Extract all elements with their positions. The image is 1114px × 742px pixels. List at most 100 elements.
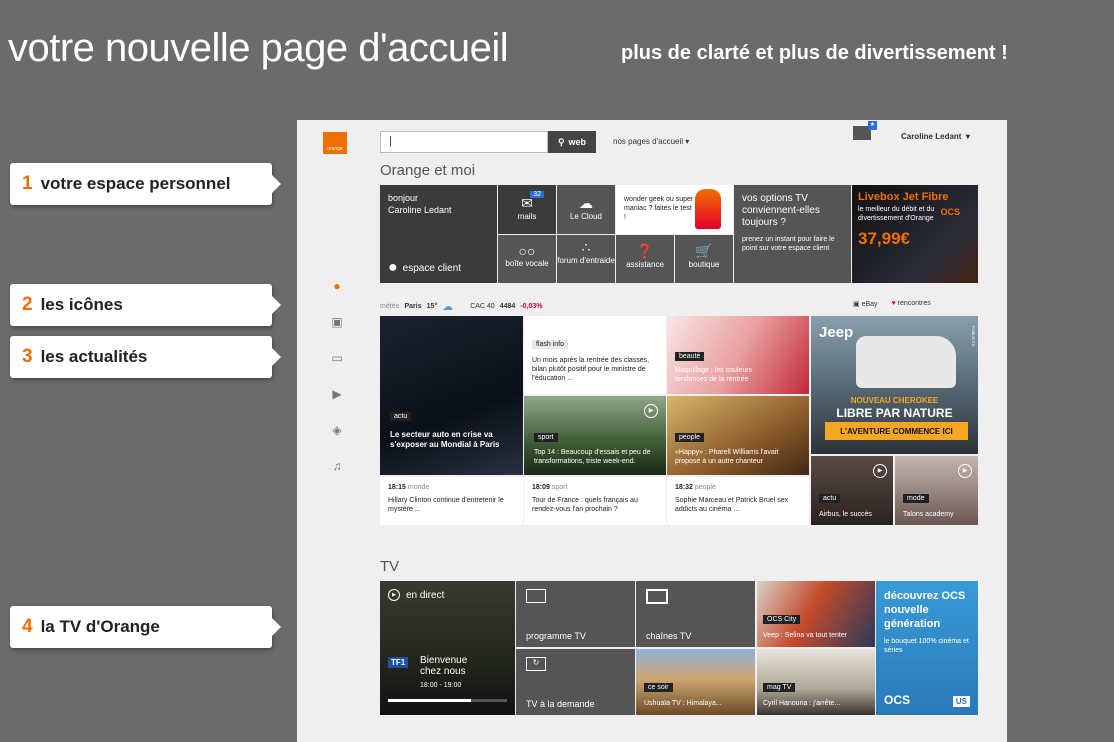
flash-news-tile[interactable]: flash info Un mois après la rentrée des … [524,316,666,394]
forum-tile[interactable]: ∴ forum d'entraide [557,235,615,283]
news-icon[interactable]: ▣ [329,304,345,340]
tv-icon[interactable]: ▭ [329,340,345,376]
jeep-ad-tile[interactable]: Jeep PUBLICITÉ NOUVEAU CHEROKEE LIBRE PA… [811,316,978,454]
person-icon[interactable]: ● [329,268,345,304]
jeep-cta: L'AVENTURE COMMENCE ICI [825,422,968,440]
news-item[interactable]: 18:09 sport Tour de France : quels franç… [524,477,666,525]
cloud-tile[interactable]: ☁ Le Cloud [557,185,615,234]
live-progress-fill [388,699,472,702]
envelope-icon: ✉ [521,195,533,211]
news-item[interactable]: 18:32 people Sophie Marceau et Patrick B… [667,477,809,525]
index-change: -0,03% [520,303,543,310]
ebay-link[interactable]: ▣ eBay [853,300,878,308]
mails-count-badge: 32 [530,191,544,198]
airbus-news-tile[interactable]: ▶ actu Airbus, le succès [811,456,893,525]
airbus-news-text: Airbus, le succès [819,511,872,518]
beauty-news-text: Maquillage : les couleurs tendances de l… [675,367,753,383]
search-button-label: web [568,137,587,147]
beauty-news-tile[interactable]: beauté Maquillage : les couleurs tendanc… [667,316,809,394]
gamepad-icon[interactable]: ◈ [329,412,345,448]
mode-news-tile[interactable]: ▶ mode Talons academy [895,456,978,525]
callout-label: les icônes [40,295,123,314]
forum-icon: ∴ [581,239,591,255]
mag-tv-text: Cyril Hanouna : j'arrête... [763,700,841,707]
index-label[interactable]: CAC 40 [470,303,495,310]
us-logo: US [952,696,970,707]
callout-label: les actualités [40,347,148,366]
notification-star-icon: ★ [868,121,877,130]
show-title: Bienvenue chez nous [420,655,468,677]
ocs-promo-text: le bouquet 100% cinéma et séries [884,638,969,654]
mails-label: mails [517,212,537,221]
sport-news-text: Top 14 : Beaucoup d'essais et peu de tra… [534,449,651,465]
news-time: 18:15 [388,484,406,491]
weather-city[interactable]: Paris [404,303,421,310]
ocs-city-tile[interactable]: OCS City Veep : Selina va tout tenter [757,581,875,647]
news-item[interactable]: 18:15 monde Hillary Clinton continue d'e… [380,477,523,525]
mail-icon[interactable]: ★ [853,121,877,140]
car-image [856,336,956,388]
news-tag: mode [903,494,929,503]
assistance-tile[interactable]: ❓ assistance [616,235,674,283]
vod-tile[interactable]: ↻ TV à la demande [516,649,635,715]
livebox-price: 37,99€ [858,229,910,248]
news-time: 18:32 [675,484,693,491]
search-button[interactable]: ⚲ web [548,131,596,153]
jeep-line-1: NOUVEAU CHEROKEE [850,396,939,405]
promo-subtitle: plus de clarté et plus de divertissement… [621,42,1008,64]
jeep-line-2: LIBRE PAR NATURE [836,406,953,420]
tv-screen-icon [646,589,668,604]
client-icon: ● [388,259,398,276]
news-tag: actu [390,412,412,421]
help-icon: ❓ [636,243,654,259]
music-icon[interactable]: ♫ [329,448,345,484]
live-progress-track [388,699,507,702]
geek-character-icon [695,189,721,229]
play-icon: ▶ [644,404,658,418]
tv-tag: ce soir [644,683,673,692]
weather-temp: 15° [426,303,438,310]
shop-tile[interactable]: 🛒 boutique [675,235,733,283]
livebox-title: Livebox Jet Fibre [858,191,949,203]
user-name: Caroline Ledant [901,132,962,141]
main-news-tile[interactable]: actu Le secteur auto en crise va s'expos… [380,316,523,475]
ebay-icon: ▣ [853,301,860,308]
ocs-promo-logo: OCS [884,693,911,707]
mag-tv-tile[interactable]: mag TV Cyril Hanouna : j'arrête... [757,649,875,715]
sport-news-tile[interactable]: ▶ sport Top 14 : Beaucoup d'essais et pe… [524,396,666,475]
callout-number: 3 [22,346,33,367]
callout-number: 1 [22,173,33,194]
tv-options-tile[interactable]: vos options TV conviennent-elles toujour… [734,185,851,283]
welcome-tile[interactable]: bonjour Caroline Ledant ● espace client [380,185,497,283]
tv-options-text: prenez un instant pour faire le point su… [742,236,835,252]
callout-3: 3 les actualités [10,336,281,378]
voicemail-tile[interactable]: ○○ boîte vocale [498,235,556,283]
ocs-promo-tile[interactable]: découvrez OCS nouvelle génération le bou… [876,581,978,715]
geek-tile[interactable]: wonder geek ou super maniac ? faites le … [616,185,733,234]
play-icon: ▶ [388,589,400,601]
video-icon[interactable]: ▶ [329,376,345,412]
main-news-text: Le secteur auto en crise va s'exposer au… [390,430,500,449]
voicemail-label: boîte vocale [505,259,549,268]
ce-soir-tile[interactable]: ce soir Ushuaïa TV : Himalaya... [636,649,755,715]
my-pages-label: nos pages d'accueil [613,137,684,146]
programme-tv-tile[interactable]: programme TV [516,581,635,647]
people-news-tile[interactable]: people «Happy» : Pharell Williams l'avai… [667,396,809,475]
search-input[interactable]: | [380,131,548,153]
show-time: 18:00 - 19:00 [420,682,462,689]
livebox-ad-tile[interactable]: Livebox Jet Fibre le meilleur du débit e… [852,185,978,283]
my-pages-dropdown[interactable]: nos pages d'accueil ▾ [613,137,689,146]
orange-logo[interactable]: orange [323,132,347,154]
rencontres-link[interactable]: ♥ rencontres [892,300,931,308]
assistance-label: assistance [626,260,664,269]
livebox-text: le meilleur du débit et du divertissemen… [858,206,935,222]
user-menu[interactable]: Caroline Ledant ▾ [901,132,970,141]
mails-tile[interactable]: ✉ 32 mails [498,185,556,234]
programme-icon [526,589,546,603]
callout-2: 2 les icônes [10,284,281,326]
geek-text: wonder geek ou super maniac ? faites le … [624,196,694,221]
chaines-tv-tile[interactable]: chaînes TV [636,581,755,647]
welcome-text: bonjour [388,193,419,203]
news-item-text: Tour de France : quels français au rende… [532,497,638,513]
live-tv-tile[interactable]: ▶ en direct TF1 Bienvenue chez nous 18:00… [380,581,515,715]
